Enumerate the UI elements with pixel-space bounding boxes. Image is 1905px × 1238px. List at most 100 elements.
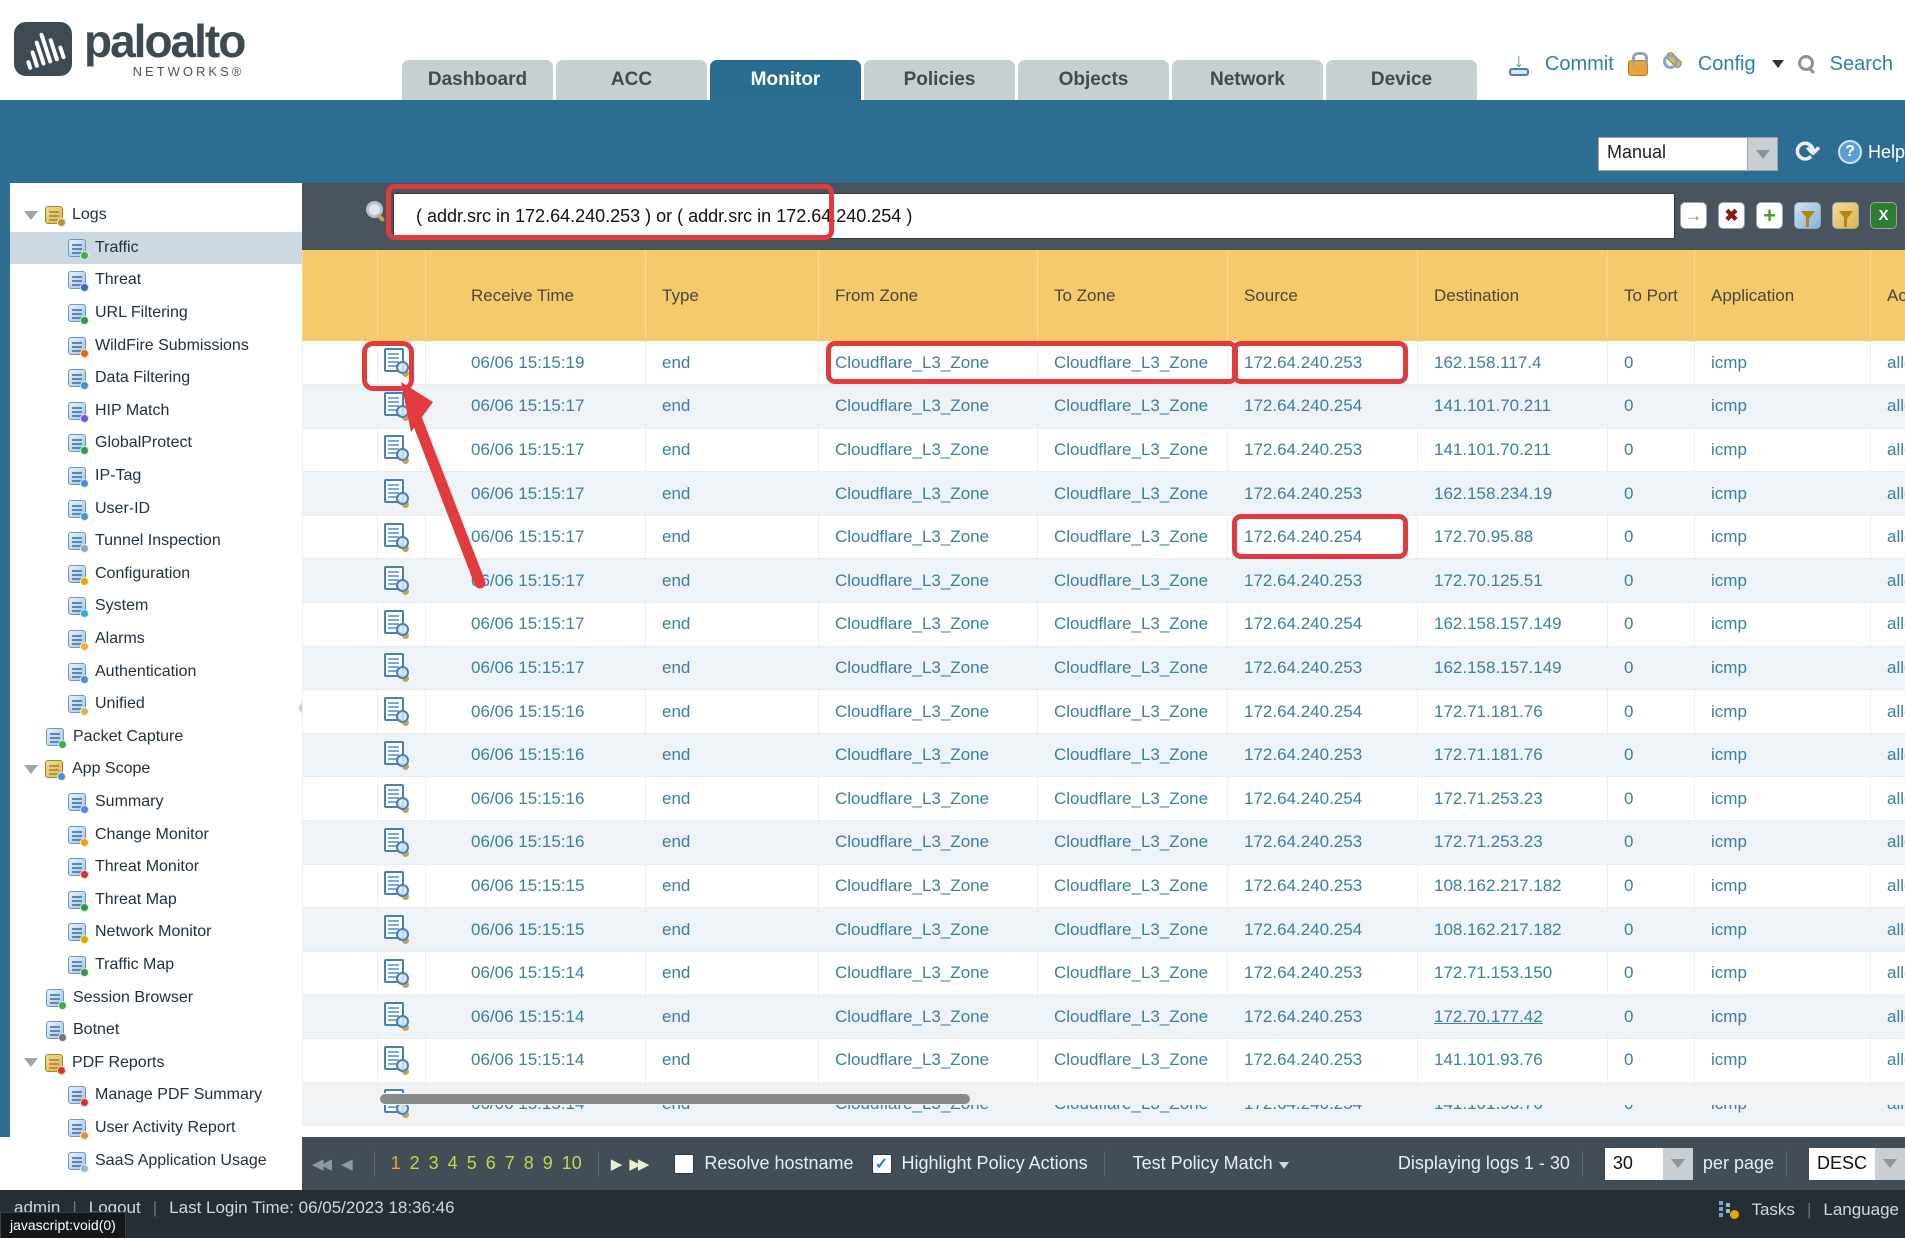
from-zone-cell[interactable]: Cloudflare_L3_Zone	[819, 646, 1038, 690]
sidebar-item-unified[interactable]: Unified	[10, 688, 302, 721]
tab-monitor[interactable]: Monitor	[710, 60, 861, 100]
from-zone-cell[interactable]: Cloudflare_L3_Zone	[819, 428, 1038, 472]
log-detail-icon[interactable]	[384, 741, 404, 765]
column-header-from-zone[interactable]: From Zone	[819, 250, 1038, 341]
sidebar-item-user-id[interactable]: User-ID	[10, 492, 302, 525]
page-number-7[interactable]: 7	[505, 1153, 515, 1174]
tab-network[interactable]: Network	[1172, 60, 1323, 100]
destination-cell[interactable]: 162.158.157.149	[1418, 646, 1608, 690]
destination-cell[interactable]: 172.71.181.76	[1418, 733, 1608, 777]
source-cell[interactable]: 172.64.240.253	[1228, 472, 1418, 516]
destination-cell[interactable]: 141.101.70.211	[1418, 385, 1608, 429]
from-zone-cell[interactable]: Cloudflare_L3_Zone	[819, 777, 1038, 821]
sidebar-item-traffic-map[interactable]: Traffic Map	[10, 949, 302, 982]
config-link[interactable]: Config	[1698, 53, 1756, 76]
to-zone-cell[interactable]: Cloudflare_L3_Zone	[1038, 603, 1228, 647]
resolve-hostname-checkbox[interactable]	[674, 1154, 694, 1174]
sidebar-item-manage-pdf-summary[interactable]: Manage PDF Summary	[10, 1079, 302, 1112]
log-detail-icon[interactable]	[384, 828, 404, 852]
source-cell[interactable]: 172.64.240.253	[1228, 341, 1418, 385]
to-zone-cell[interactable]: Cloudflare_L3_Zone	[1038, 428, 1228, 472]
sidebar-item-threat-map[interactable]: Threat Map	[10, 883, 302, 916]
sidebar-item-threat-monitor[interactable]: Threat Monitor	[10, 851, 302, 884]
export-csv-icon[interactable]: X	[1870, 202, 1897, 229]
sidebar-item-system[interactable]: System	[10, 590, 302, 623]
next-page-button[interactable]: ▶	[611, 1155, 620, 1173]
to-zone-cell[interactable]: Cloudflare_L3_Zone	[1038, 559, 1228, 603]
sidebar-item-logs[interactable]: Logs	[10, 199, 302, 232]
sidebar-item-network-monitor[interactable]: Network Monitor	[10, 916, 302, 949]
to-zone-cell[interactable]: Cloudflare_L3_Zone	[1038, 951, 1228, 995]
help-icon[interactable]: ?	[1838, 140, 1862, 164]
to-zone-cell[interactable]: Cloudflare_L3_Zone	[1038, 646, 1228, 690]
log-detail-icon[interactable]	[384, 784, 404, 808]
destination-cell[interactable]: 172.71.153.150	[1418, 951, 1608, 995]
commit-icon[interactable]: ↓	[1507, 52, 1531, 76]
first-page-button[interactable]: ◀◀	[312, 1155, 329, 1173]
column-header-to-zone[interactable]: To Zone	[1038, 250, 1228, 341]
source-cell[interactable]: 172.64.240.253	[1228, 821, 1418, 865]
sidebar-item-botnet[interactable]: Botnet	[10, 1014, 302, 1047]
apply-filter-icon[interactable]: →	[1680, 202, 1707, 229]
sidebar-item-change-monitor[interactable]: Change Monitor	[10, 818, 302, 851]
from-zone-cell[interactable]: Cloudflare_L3_Zone	[819, 385, 1038, 429]
destination-link[interactable]: 172.70.177.42	[1434, 1007, 1543, 1026]
sidebar-item-authentication[interactable]: Authentication	[10, 655, 302, 688]
source-cell[interactable]: 172.64.240.254	[1228, 908, 1418, 952]
to-zone-cell[interactable]: Cloudflare_L3_Zone	[1038, 472, 1228, 516]
sort-order-value[interactable]: DESC	[1809, 1148, 1875, 1180]
resolve-hostname-label[interactable]: Resolve hostname	[704, 1153, 853, 1174]
column-header-source[interactable]: Source	[1228, 250, 1418, 341]
to-zone-cell[interactable]: Cloudflare_L3_Zone	[1038, 515, 1228, 559]
log-detail-icon[interactable]	[384, 959, 404, 983]
tab-device[interactable]: Device	[1326, 60, 1477, 100]
expand-caret-icon[interactable]	[24, 765, 38, 774]
from-zone-cell[interactable]: Cloudflare_L3_Zone	[819, 1039, 1038, 1083]
tasks-icon[interactable]	[1719, 1201, 1739, 1219]
sidebar-item-saas-application-usage[interactable]: SaaS Application Usage	[10, 1144, 302, 1177]
per-page-dropdown-button[interactable]	[1663, 1148, 1693, 1180]
destination-cell[interactable]: 141.101.93.76	[1418, 1039, 1608, 1083]
log-detail-icon[interactable]	[384, 479, 404, 503]
from-zone-cell[interactable]: Cloudflare_L3_Zone	[819, 690, 1038, 734]
destination-cell[interactable]: 172.70.125.51	[1418, 559, 1608, 603]
log-detail-icon[interactable]	[384, 653, 404, 677]
destination-cell[interactable]: 108.162.217.182	[1418, 864, 1608, 908]
commit-link[interactable]: Commit	[1545, 53, 1614, 76]
destination-cell[interactable]: 172.71.253.23	[1418, 821, 1608, 865]
source-cell[interactable]: 172.64.240.253	[1228, 428, 1418, 472]
add-filter-icon[interactable]: +	[1756, 202, 1783, 229]
to-zone-cell[interactable]: Cloudflare_L3_Zone	[1038, 821, 1228, 865]
sidebar-item-globalprotect[interactable]: GlobalProtect	[10, 427, 302, 460]
column-header-type[interactable]: Type	[646, 250, 819, 341]
auto-refresh-dropdown-button[interactable]	[1748, 137, 1778, 171]
log-detail-icon[interactable]	[384, 871, 404, 895]
sidebar-item-ip-tag[interactable]: IP-Tag	[10, 460, 302, 493]
source-cell[interactable]: 172.64.240.254	[1228, 777, 1418, 821]
test-policy-match-button[interactable]: Test Policy Match	[1133, 1153, 1289, 1174]
sidebar-item-url-filtering[interactable]: URL Filtering	[10, 297, 302, 330]
source-cell[interactable]: 172.64.240.254	[1228, 690, 1418, 734]
destination-cell[interactable]: 172.70.95.88	[1418, 515, 1608, 559]
sidebar-item-tunnel-inspection[interactable]: Tunnel Inspection	[10, 525, 302, 558]
to-zone-cell[interactable]: Cloudflare_L3_Zone	[1038, 995, 1228, 1039]
per-page-select[interactable]: 30	[1605, 1148, 1693, 1180]
search-link[interactable]: Search	[1830, 53, 1893, 76]
log-detail-icon[interactable]	[384, 435, 404, 459]
source-cell[interactable]: 172.64.240.254	[1228, 515, 1418, 559]
source-cell[interactable]: 172.64.240.253	[1228, 646, 1418, 690]
log-detail-icon[interactable]	[384, 1046, 404, 1070]
destination-cell[interactable]: 162.158.157.149	[1418, 603, 1608, 647]
sidebar-item-session-browser[interactable]: Session Browser	[10, 981, 302, 1014]
horizontal-scrollbar-thumb[interactable]	[380, 1094, 970, 1104]
log-detail-icon[interactable]	[384, 915, 404, 939]
save-filter-icon[interactable]	[1794, 202, 1821, 229]
sidebar-item-summary[interactable]: Summary	[10, 786, 302, 819]
page-number-5[interactable]: 5	[467, 1153, 477, 1174]
to-zone-cell[interactable]: Cloudflare_L3_Zone	[1038, 385, 1228, 429]
to-zone-cell[interactable]: Cloudflare_L3_Zone	[1038, 733, 1228, 777]
log-detail-icon[interactable]	[384, 348, 404, 372]
from-zone-cell[interactable]: Cloudflare_L3_Zone	[819, 603, 1038, 647]
from-zone-cell[interactable]: Cloudflare_L3_Zone	[819, 559, 1038, 603]
log-detail-icon[interactable]	[384, 566, 404, 590]
